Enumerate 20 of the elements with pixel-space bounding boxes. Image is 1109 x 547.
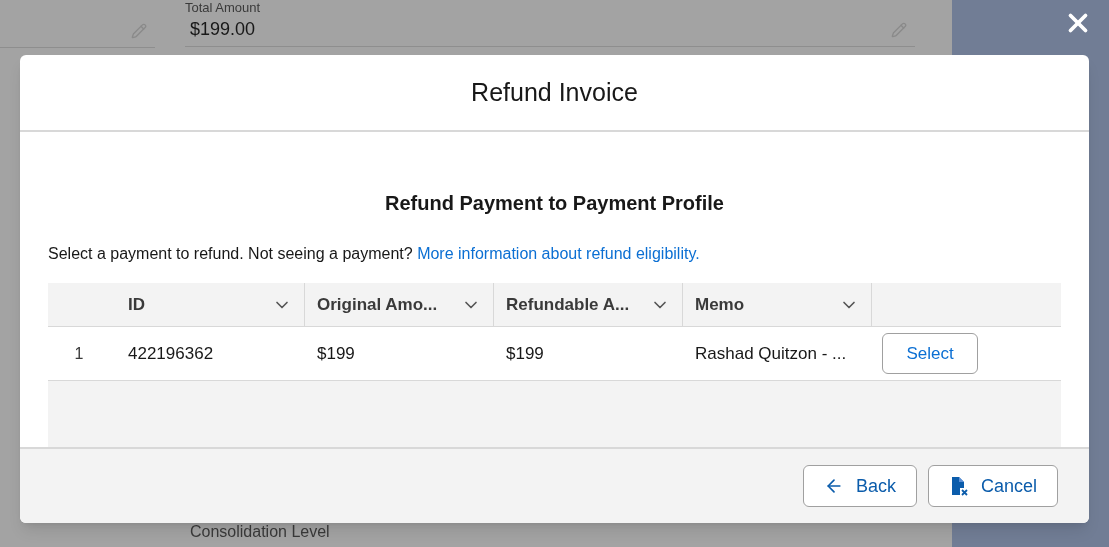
field-label: Total Amount [185,1,261,14]
select-button[interactable]: Select [882,333,978,374]
eligibility-link[interactable]: More information about refund eligibility. [417,245,700,262]
back-button[interactable]: Back [803,465,917,507]
modal-title: Refund Invoice [471,76,638,108]
field-value: $199.00 [189,18,256,41]
row-number: 1 [73,343,85,364]
file-remove-icon [949,476,969,496]
table-cell: Rashad Quitzon - ... [695,343,847,363]
column-header[interactable]: Original Amo... [305,283,494,326]
column-header[interactable]: Refundable A... [494,283,683,326]
cancel-button[interactable]: Cancel [928,465,1058,507]
description-text: Select a payment to refund. Not seeing a payment? More information about refund eligibility. [48,244,701,264]
column-header[interactable]: ID [110,283,305,326]
table-cell: 422196362 [128,343,214,363]
table-cell: $199 [317,343,355,363]
field-label: Consolidation Level [190,522,331,542]
section-heading: Refund Payment to Payment Profile [385,191,724,216]
column-header[interactable]: Memo [683,283,872,326]
table-cell: $199 [506,343,544,363]
